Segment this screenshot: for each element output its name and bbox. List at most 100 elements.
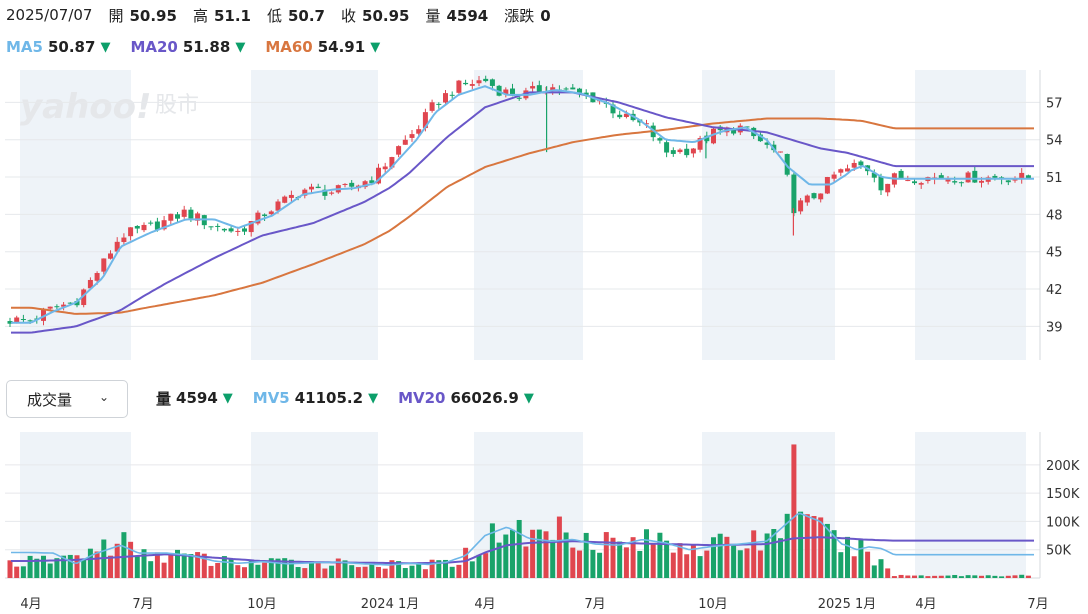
candle-body <box>818 193 824 200</box>
candle-body <box>804 195 810 203</box>
y-tick-label: 54 <box>1046 134 1063 149</box>
volume-bar <box>851 556 857 578</box>
volume-bar <box>469 561 475 578</box>
candle-body <box>402 139 408 145</box>
volume-bar <box>134 556 140 578</box>
candle-body <box>349 182 355 187</box>
volume-bar <box>550 539 556 578</box>
candle-body <box>469 84 475 86</box>
candle-body <box>992 175 998 178</box>
candle-body <box>242 228 247 232</box>
volume-bar <box>476 554 482 578</box>
volume-bar <box>503 534 509 578</box>
volume-bar <box>248 560 254 578</box>
candle-body <box>309 186 314 190</box>
volume-bar <box>483 553 489 578</box>
candle <box>898 169 904 179</box>
volume-bar <box>14 566 20 578</box>
candle-body <box>905 180 911 182</box>
candle-body <box>108 253 113 259</box>
volume-bar <box>925 576 931 578</box>
candle-body <box>215 225 221 227</box>
volume-bar <box>891 576 897 578</box>
candle-body <box>121 237 127 243</box>
volume-bar <box>449 566 455 578</box>
candle-body <box>563 88 569 90</box>
volume-bar <box>456 564 462 578</box>
volume-bar <box>510 529 515 578</box>
candle-body <box>972 170 978 183</box>
volume-tick-label: 200K <box>1046 459 1080 474</box>
volume-bar <box>181 553 187 578</box>
volume-bar <box>94 551 100 578</box>
volume-bar <box>664 540 670 578</box>
candle <box>845 164 850 172</box>
volume-bar <box>979 575 984 578</box>
volume-bar <box>516 519 522 578</box>
candle-body <box>268 211 274 215</box>
volume-bar <box>731 545 737 578</box>
candle <box>677 148 683 154</box>
quarter-band <box>702 70 835 360</box>
volume-bar <box>999 576 1005 578</box>
candle-body <box>188 209 194 219</box>
volume-bar <box>590 549 596 578</box>
volume-bar <box>530 529 536 578</box>
candle <box>235 228 241 236</box>
volume-bar <box>1012 575 1018 578</box>
candle <box>181 205 187 219</box>
candle-body <box>657 138 663 141</box>
volume-bar <box>161 562 167 578</box>
volume-bar <box>154 552 160 578</box>
volume-bar <box>87 548 93 578</box>
candle-body <box>898 170 904 179</box>
candle-body <box>831 174 837 179</box>
candle-body <box>315 186 321 189</box>
y-tick-label: 45 <box>1046 246 1063 261</box>
volume-bar <box>1019 574 1025 578</box>
candle-body <box>476 80 482 84</box>
candle-body <box>670 150 676 154</box>
volume-bar <box>309 561 314 578</box>
quarter-band <box>915 70 1026 360</box>
candle-body <box>27 320 33 322</box>
candle-body <box>262 214 268 217</box>
volume-bar <box>114 543 120 578</box>
candle <box>282 195 288 204</box>
candle-body <box>664 142 670 153</box>
candle <box>664 140 670 158</box>
volume-bar <box>711 537 716 578</box>
volume-bar <box>409 565 415 578</box>
volume-bar <box>938 575 944 578</box>
quarter-band <box>915 432 1026 578</box>
watermark-logo: yahoo! <box>20 87 152 127</box>
candle-body <box>684 148 690 156</box>
stock-chart[interactable]: yahoo! 股市 39 42 45 48 51 54 57 50K 100K 150K 200K 4月 7… <box>0 0 1088 614</box>
volume-bar <box>128 541 134 578</box>
candle-body <box>128 227 134 237</box>
candle <box>657 136 663 144</box>
candle-body <box>181 209 187 217</box>
volume-bar <box>242 567 247 578</box>
volume-bar <box>329 565 335 578</box>
candle-body <box>175 214 180 219</box>
volume-bar <box>295 567 301 578</box>
volume-bar <box>778 538 783 578</box>
candle <box>443 89 448 104</box>
volume-bar <box>811 516 817 578</box>
volume-bar <box>597 552 603 578</box>
volume-bar <box>972 575 978 578</box>
candle-body <box>47 306 53 309</box>
volume-tick-label: 150K <box>1046 487 1080 502</box>
volume-bar <box>302 568 308 578</box>
candle-body <box>429 102 435 111</box>
volume-bar <box>684 554 690 578</box>
volume-bar <box>945 575 951 578</box>
candle <box>201 214 207 230</box>
candle-body <box>530 86 536 89</box>
candle-body <box>20 319 26 321</box>
volume-bar <box>751 530 757 578</box>
volume-bar <box>637 550 643 578</box>
quarter-bands <box>20 70 1026 578</box>
volume-bar <box>744 548 750 578</box>
